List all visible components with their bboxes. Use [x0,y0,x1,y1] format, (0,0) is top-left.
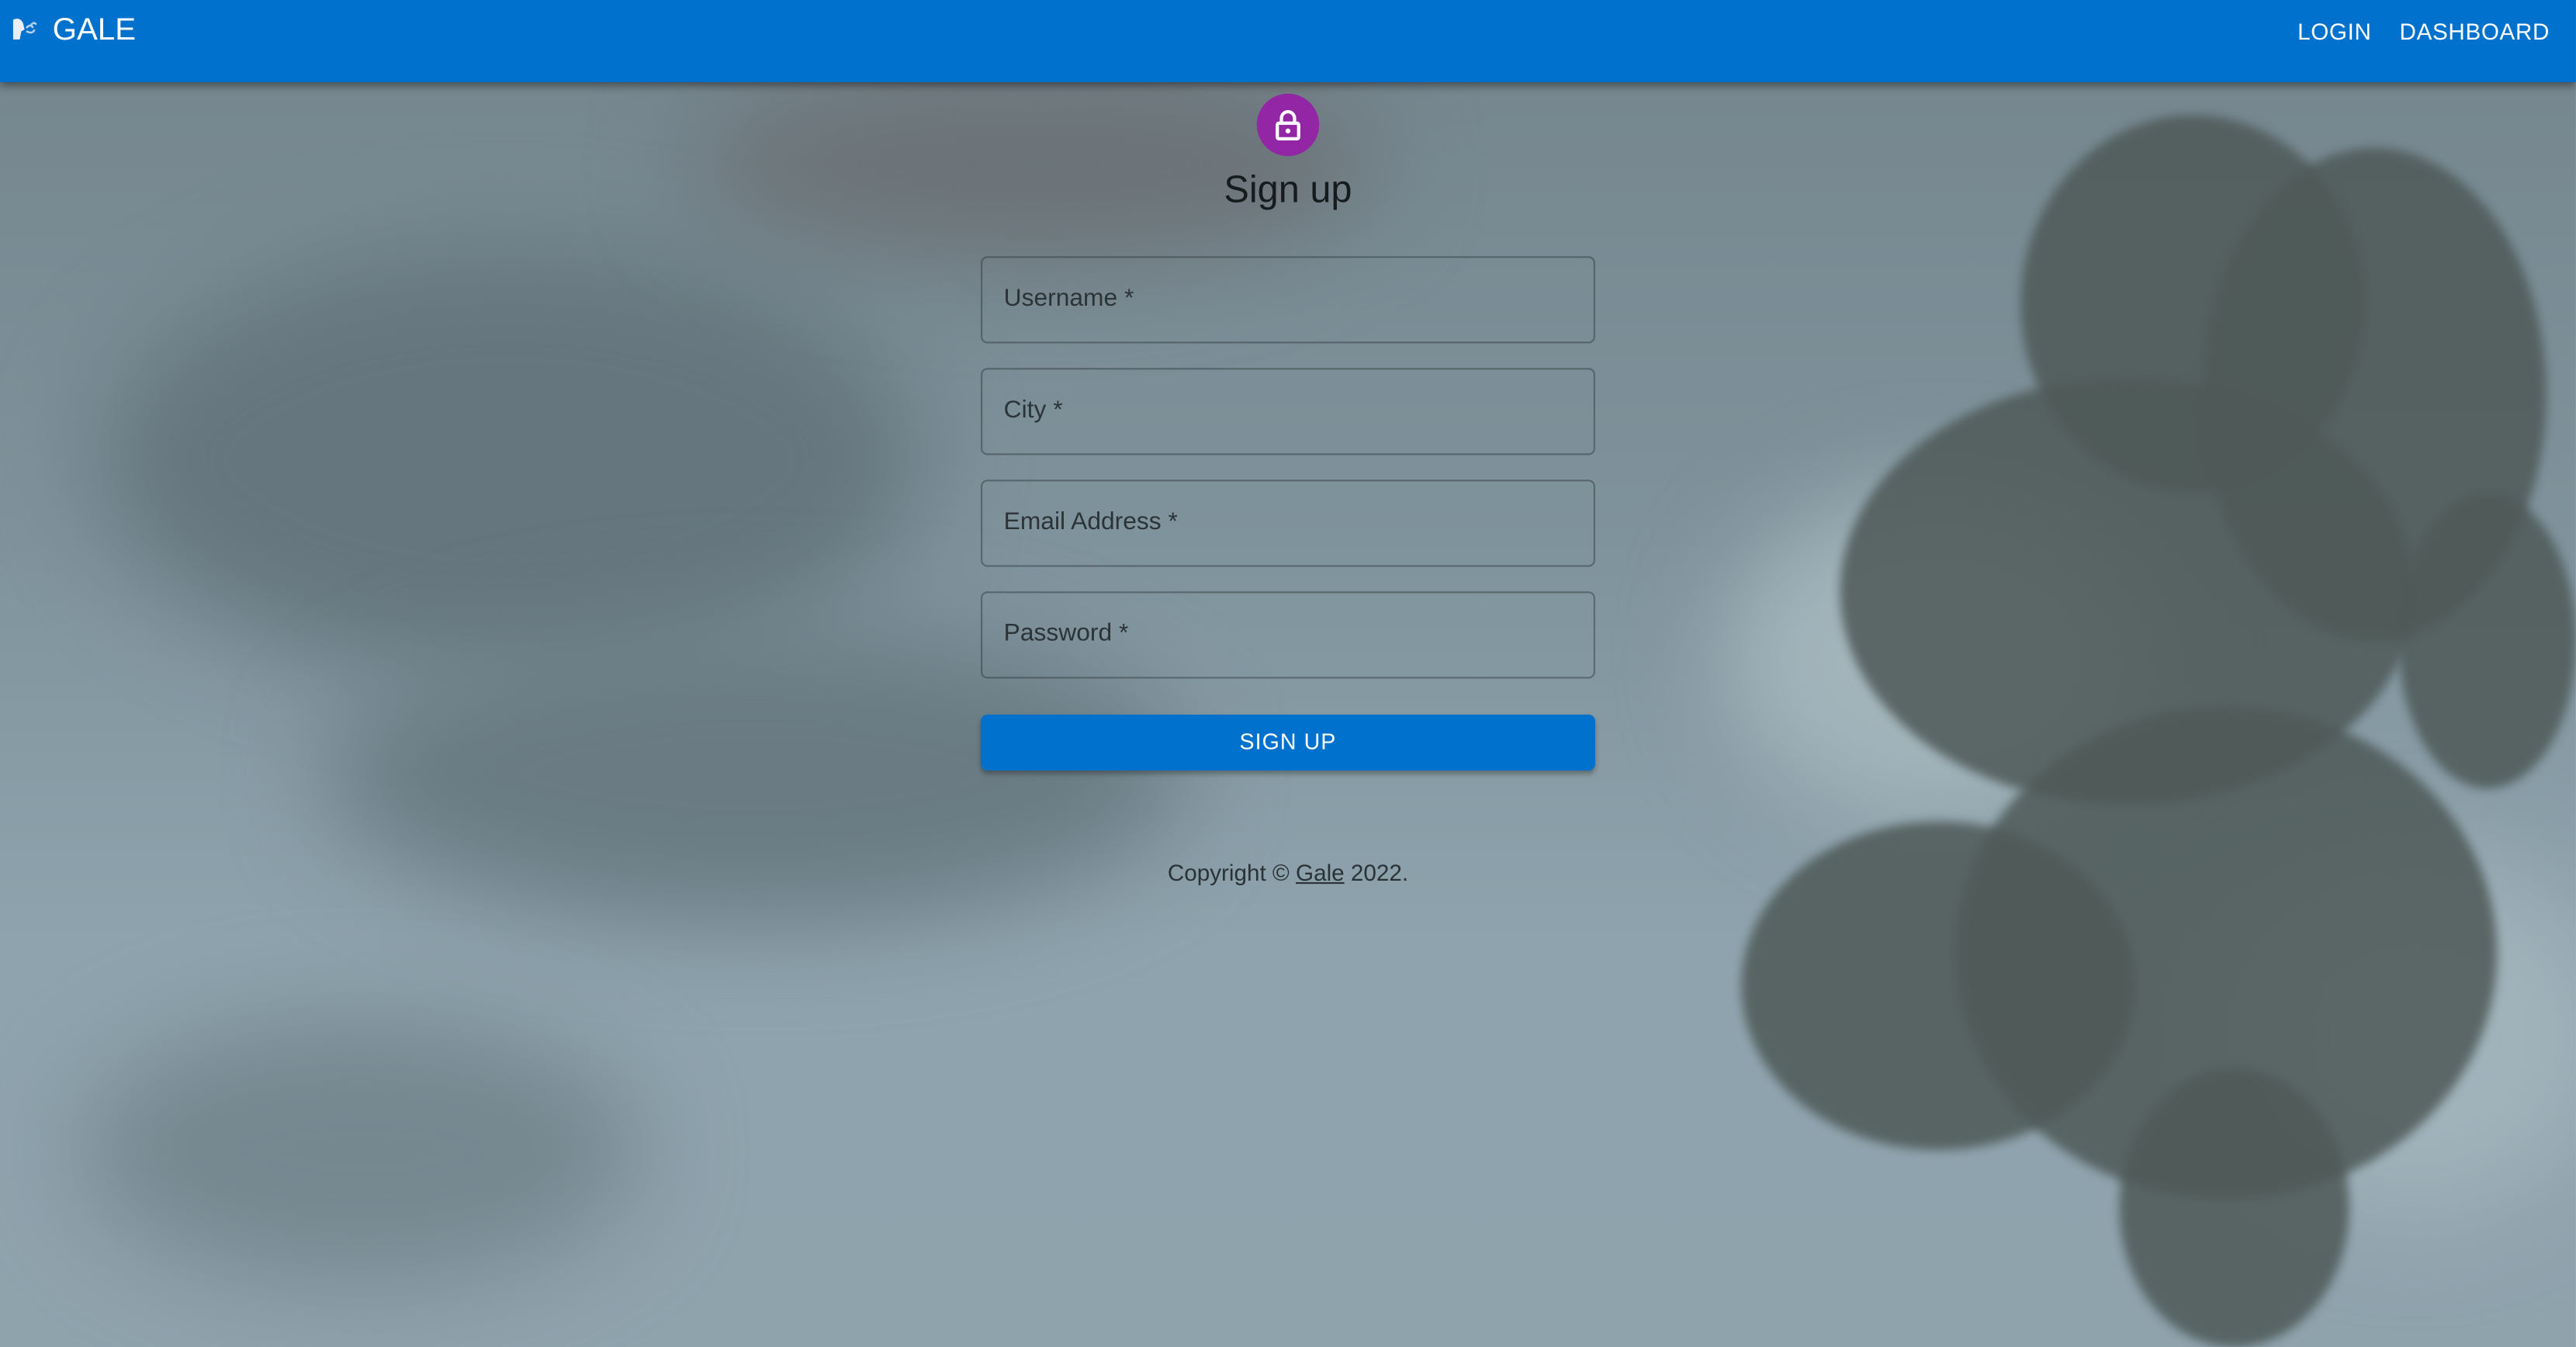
avatar [1256,93,1320,157]
lock-icon [1276,109,1300,141]
password-field[interactable]: Password * [981,591,1595,679]
city-field[interactable]: City * [981,368,1595,455]
sign-up-button[interactable]: SIGN UP [981,715,1595,771]
username-field[interactable]: Username * [981,256,1595,344]
password-label: Password * [1003,619,1129,648]
email-label: Email Address * [1003,507,1178,536]
wind-face-icon [12,18,37,40]
copyright: Copyright © Gale 2022. [0,859,2576,885]
app-bar: GALE LOGIN DASHBOARD [0,0,2576,82]
copyright-suffix: 2022. [1344,859,1409,886]
page: GALE LOGIN DASHBOARD Sign up Username * … [0,0,2576,1347]
email-field[interactable]: Email Address * [981,480,1595,567]
city-label: City * [1003,396,1063,424]
nav-links: LOGIN DASHBOARD [2297,18,2550,44]
page-title: Sign up [1224,167,1352,211]
gale-link[interactable]: Gale [1296,859,1345,885]
brand-title[interactable]: GALE [53,13,136,50]
login-link[interactable]: LOGIN [2297,18,2371,44]
copyright-prefix: Copyright © [1167,859,1297,886]
dashboard-link[interactable]: DASHBOARD [2400,18,2550,44]
username-label: Username * [1003,284,1134,313]
